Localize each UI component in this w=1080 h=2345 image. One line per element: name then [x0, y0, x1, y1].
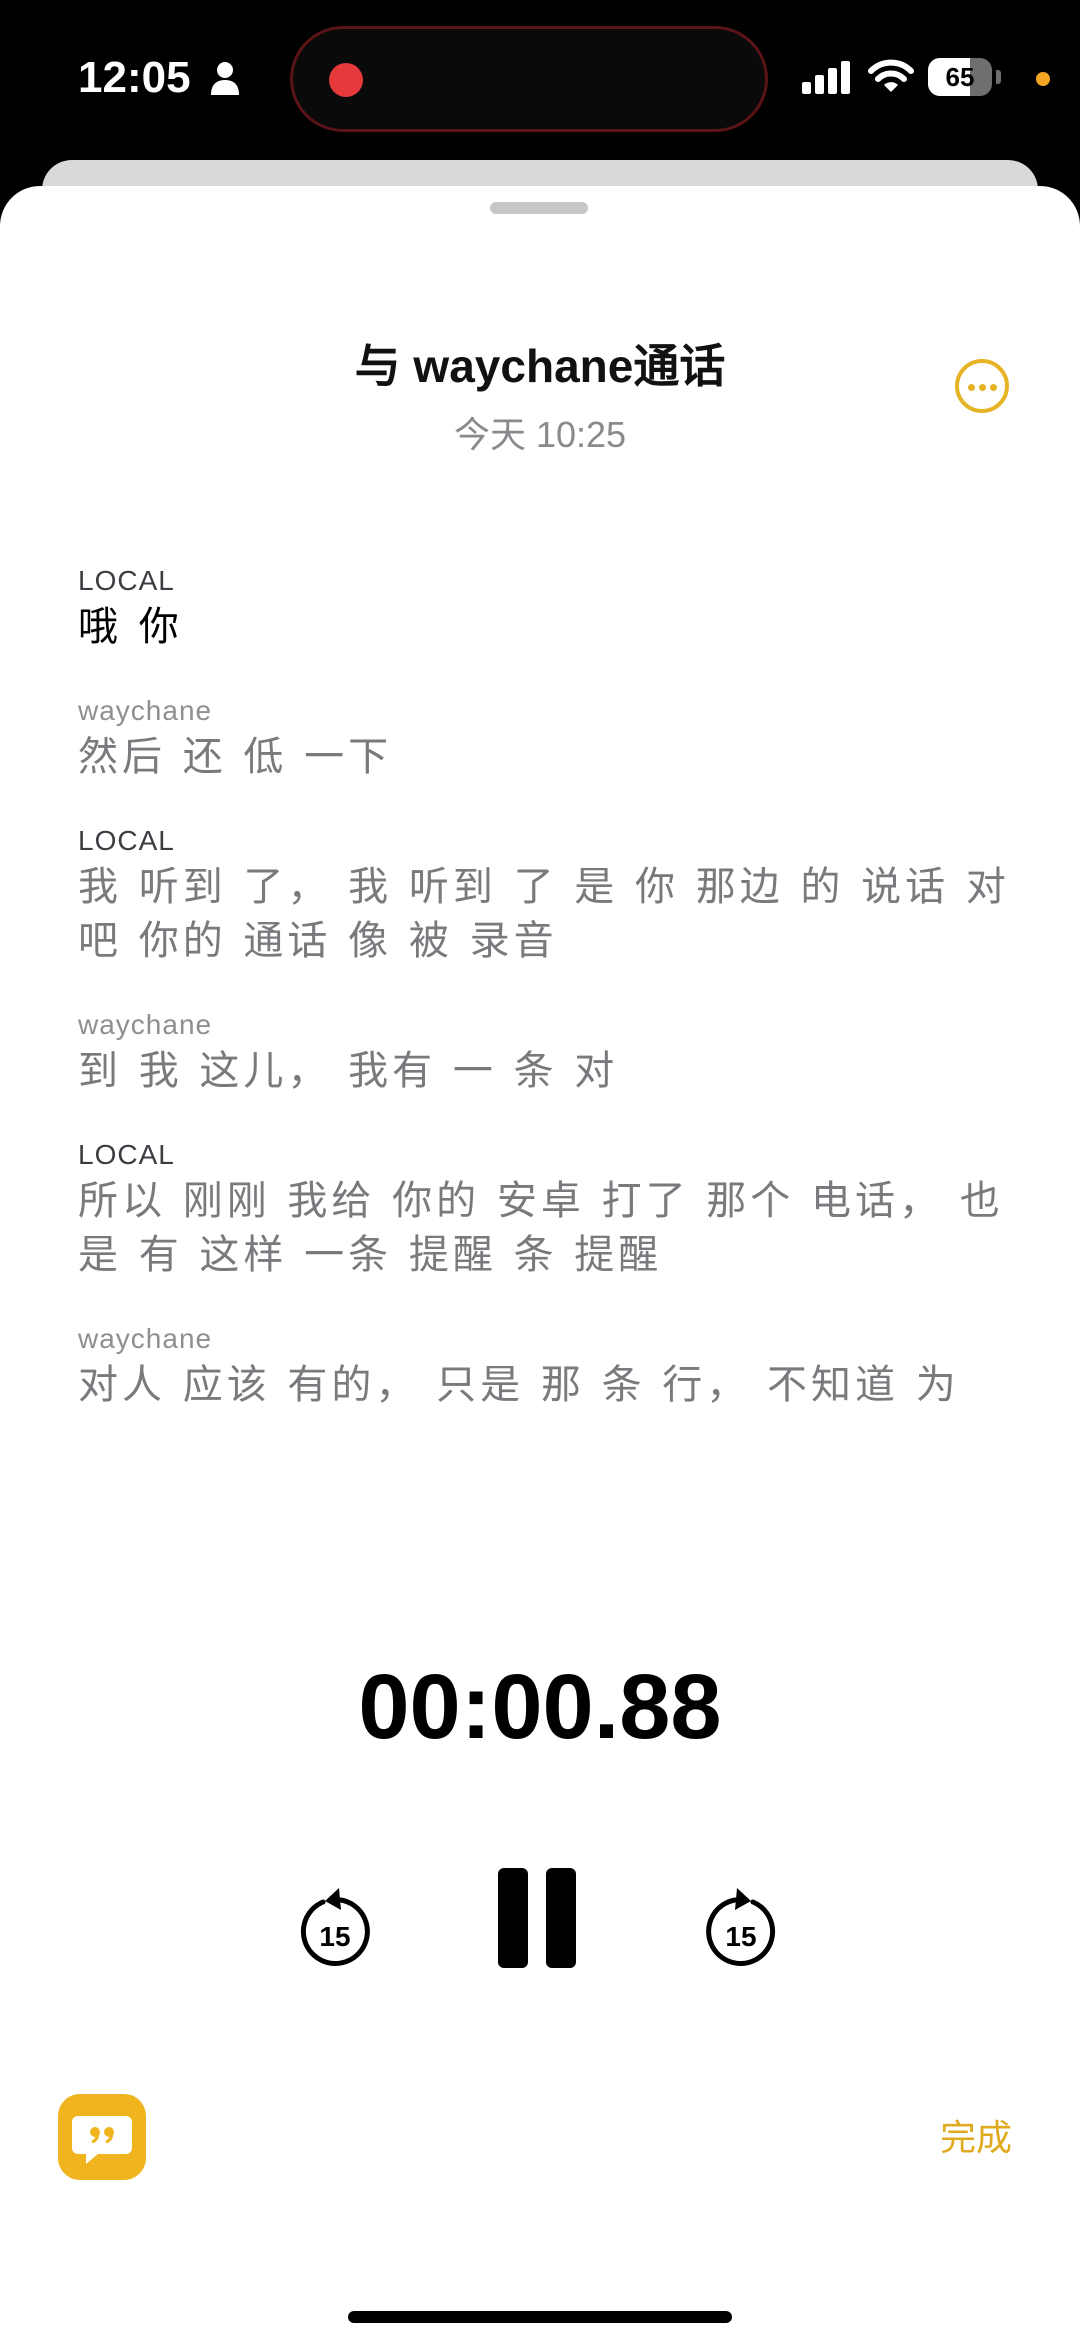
transcript-list[interactable]: LOCAL 哦 你 waychane 然后 还 低 一下 LOCAL 我 听到 …: [78, 564, 1018, 1674]
more-dot-icon: [990, 384, 997, 391]
more-dot-icon: [968, 384, 975, 391]
transcript-entry: LOCAL 哦 你: [78, 564, 1018, 654]
transcript-entry: waychane 到 我 这儿， 我有 一 条 对: [78, 1008, 1018, 1098]
recording-indicator-icon: [329, 63, 363, 97]
transcript-text[interactable]: 我 听到 了， 我 听到 了 是 你 那边 的 说话 对 吧 你的 通话 像 被…: [78, 860, 1018, 968]
home-indicator[interactable]: [348, 2311, 732, 2323]
transcript-entry: waychane 对人 应该 有的， 只是 那 条 行， 不知道 为: [78, 1322, 1018, 1412]
skip-forward-seconds: 15: [725, 1921, 756, 1952]
page-title: 与 waychane通话: [354, 340, 726, 392]
more-dot-icon: [979, 384, 986, 391]
speaker-label: waychane: [78, 1009, 213, 1040]
status-bar: 12:05 65: [0, 0, 1080, 160]
wifi-icon: [868, 59, 914, 92]
pause-button[interactable]: [498, 1868, 578, 1968]
quote-bubble-icon: [72, 2116, 132, 2164]
dynamic-island[interactable]: [290, 26, 768, 132]
call-recording-sheet: 与 waychane通话 今天 10:25 LOCAL 哦 你 waychane…: [0, 186, 1080, 2345]
person-icon: [211, 62, 239, 95]
transcript-text[interactable]: 哦 你: [78, 600, 1018, 654]
sheet-grabber[interactable]: [490, 202, 588, 214]
more-options-button[interactable]: [955, 359, 1009, 413]
transcript-text[interactable]: 然后 还 低 一下: [78, 730, 1018, 784]
recording-date: 今天 10:25: [453, 414, 627, 455]
speaker-label: LOCAL: [78, 565, 175, 596]
transcript-entry: LOCAL 我 听到 了， 我 听到 了 是 你 那边 的 说话 对 吧 你的 …: [78, 824, 1018, 968]
elapsed-time: 00:00.88: [358, 1656, 722, 1758]
skip-back-seconds: 15: [319, 1921, 350, 1952]
battery-indicator: 65: [928, 58, 992, 96]
done-button[interactable]: 完成: [940, 2116, 1012, 2160]
pause-bar-icon: [546, 1868, 576, 1968]
transcript-text[interactable]: 对人 应该 有的， 只是 那 条 行， 不知道 为: [78, 1358, 1018, 1412]
speaker-label: LOCAL: [78, 825, 175, 856]
skip-back-15-icon[interactable]: 15: [295, 1884, 375, 1968]
cellular-signal-icon: [802, 61, 850, 94]
transcript-text[interactable]: 到 我 这儿， 我有 一 条 对: [78, 1044, 1018, 1098]
transcript-entry: LOCAL 所以 刚刚 我给 你的 安卓 打了 那个 电话， 也是 有 这样 一…: [78, 1138, 1018, 1282]
skip-forward-15-icon[interactable]: 15: [701, 1884, 781, 1968]
speaker-label: waychane: [78, 695, 213, 726]
speaker-label: LOCAL: [78, 1139, 175, 1170]
battery-percent: 65: [945, 62, 975, 92]
status-time: 12:05: [78, 53, 191, 102]
transcript-text[interactable]: 所以 刚刚 我给 你的 安卓 打了 那个 电话， 也是 有 这样 一条 提醒 条…: [78, 1174, 1018, 1282]
battery-cap: [996, 70, 1001, 84]
pause-bar-icon: [498, 1868, 528, 1968]
transcript-toggle-button[interactable]: [58, 2094, 146, 2180]
microphone-in-use-dot-icon: [1036, 72, 1050, 86]
transcript-entry: waychane 然后 还 低 一下: [78, 694, 1018, 784]
speaker-label: waychane: [78, 1323, 213, 1354]
